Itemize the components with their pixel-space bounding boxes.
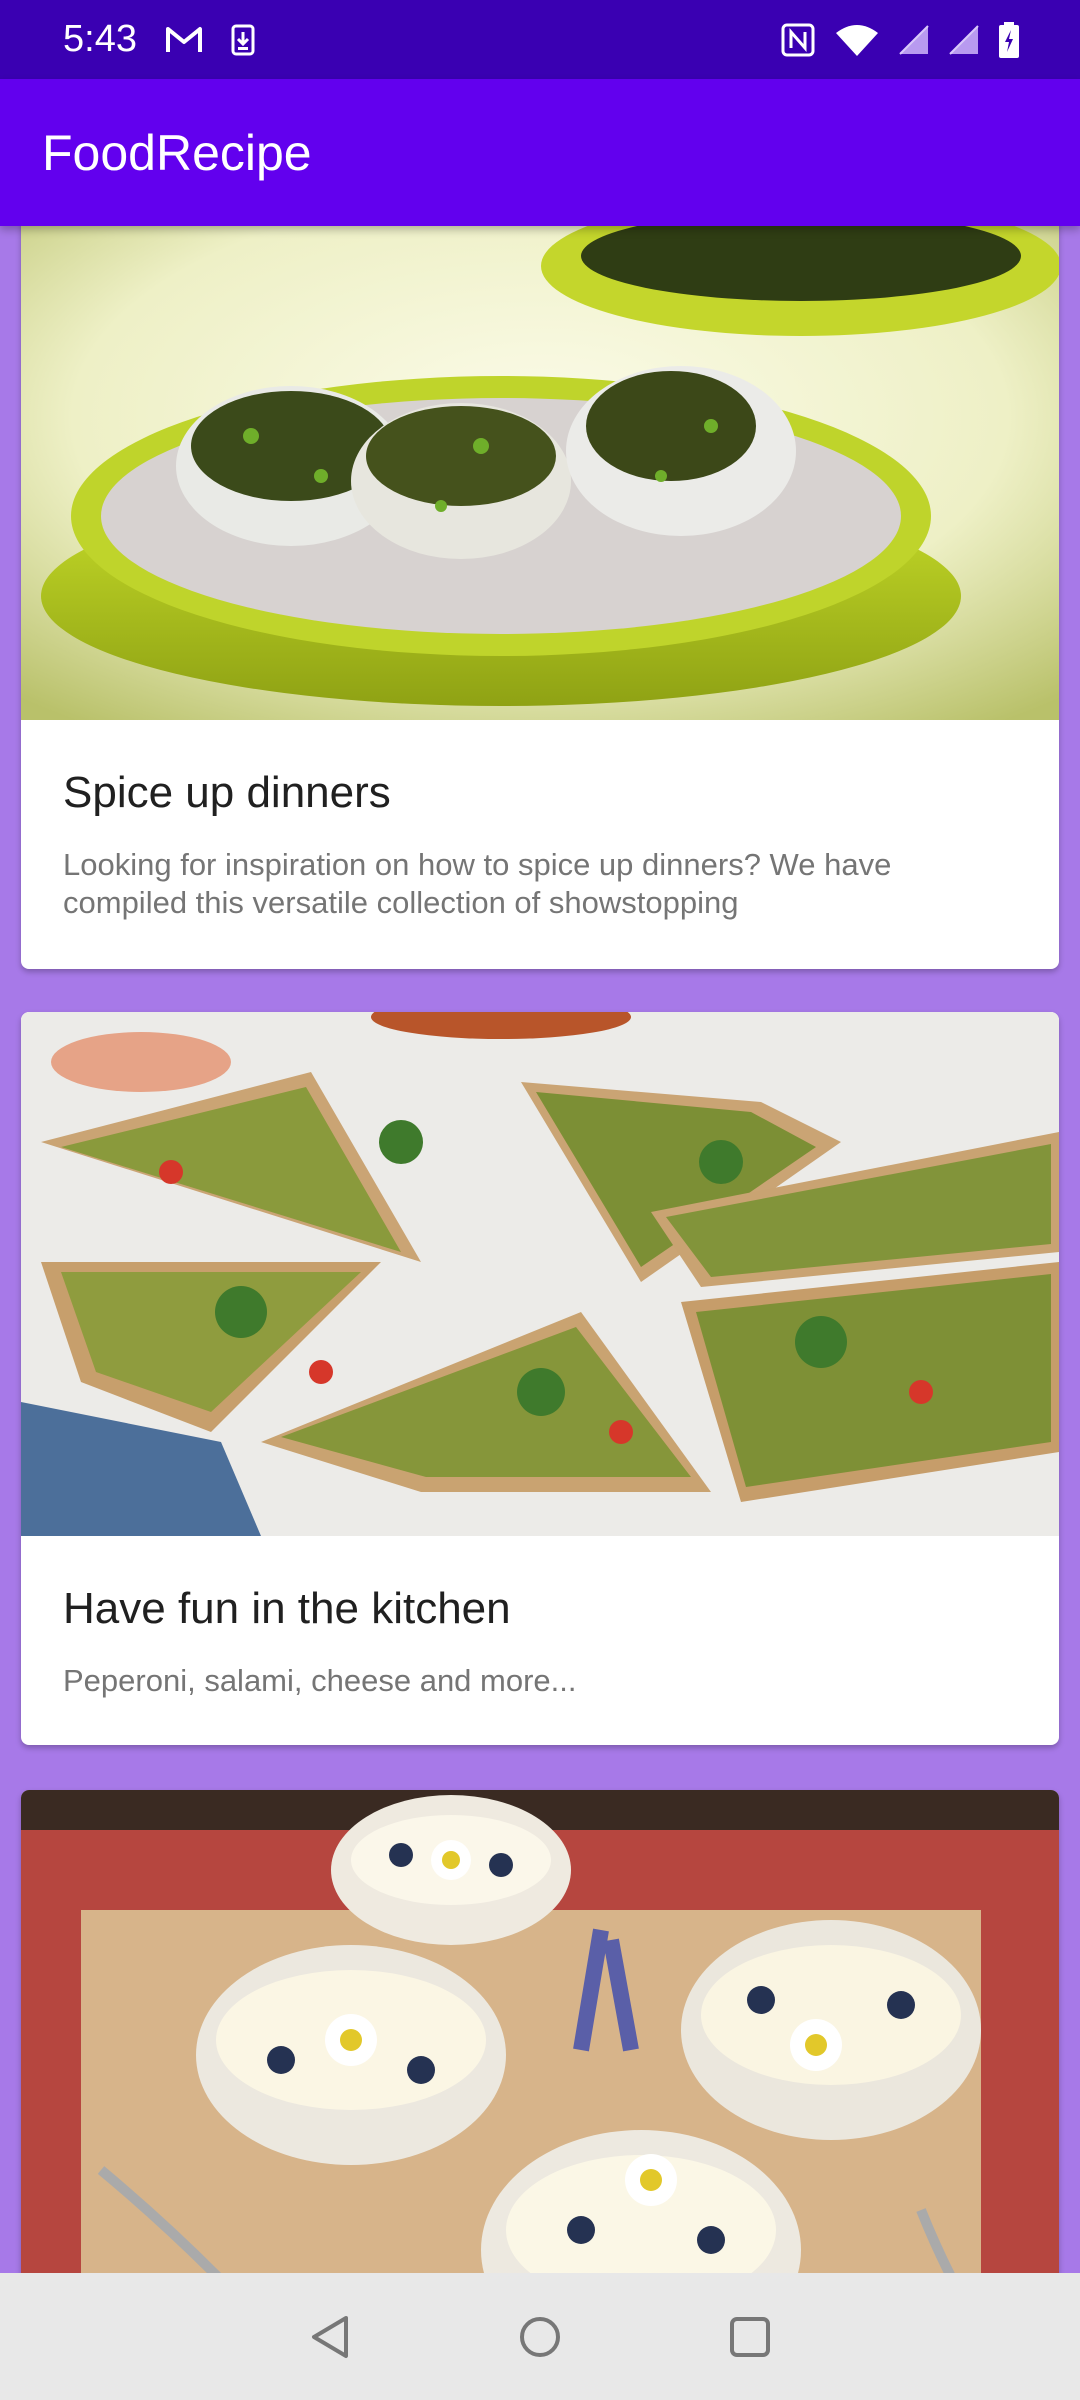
status-right-icons — [780, 21, 1020, 59]
status-bar: 5:43 — [0, 0, 1080, 79]
pizza-photo — [21, 1012, 1059, 1536]
wifi-icon — [834, 23, 880, 57]
navigation-bar — [0, 2273, 1080, 2400]
card-description: Looking for inspiration on how to spice … — [63, 847, 892, 920]
recipe-card[interactable]: Have fun in the kitchen Peperoni, salami… — [21, 1012, 1059, 1745]
rice-balls-photo — [21, 226, 1059, 720]
signal-icon — [898, 24, 930, 56]
gmail-icon — [165, 25, 203, 55]
recipe-card[interactable] — [21, 1790, 1059, 2273]
card-title: Have fun in the kitchen — [63, 1584, 511, 1633]
card-description: Peperoni, salami, cheese and more... — [63, 1663, 577, 1698]
card-body: Spice up dinners Looking for inspiration… — [21, 720, 1059, 922]
card-title: Spice up dinners — [63, 768, 391, 817]
card-body: Have fun in the kitchen Peperoni, salami… — [21, 1536, 1059, 1700]
app-title: FoodRecipe — [42, 124, 312, 181]
recipe-list[interactable]: Spice up dinners Looking for inspiration… — [0, 226, 1080, 2273]
recents-icon[interactable] — [720, 2307, 780, 2367]
app-bar: FoodRecipe — [0, 79, 1080, 226]
battery-icon — [998, 21, 1020, 59]
back-icon[interactable] — [300, 2307, 360, 2367]
download-icon — [231, 24, 255, 56]
signal-icon — [948, 24, 980, 56]
home-icon[interactable] — [510, 2307, 570, 2367]
recipe-card[interactable]: Spice up dinners Looking for inspiration… — [21, 226, 1059, 969]
blueberry-dessert-photo — [21, 1790, 1059, 2273]
status-left-icons — [165, 24, 255, 56]
status-time: 5:43 — [63, 18, 137, 60]
nfc-icon — [780, 22, 816, 58]
